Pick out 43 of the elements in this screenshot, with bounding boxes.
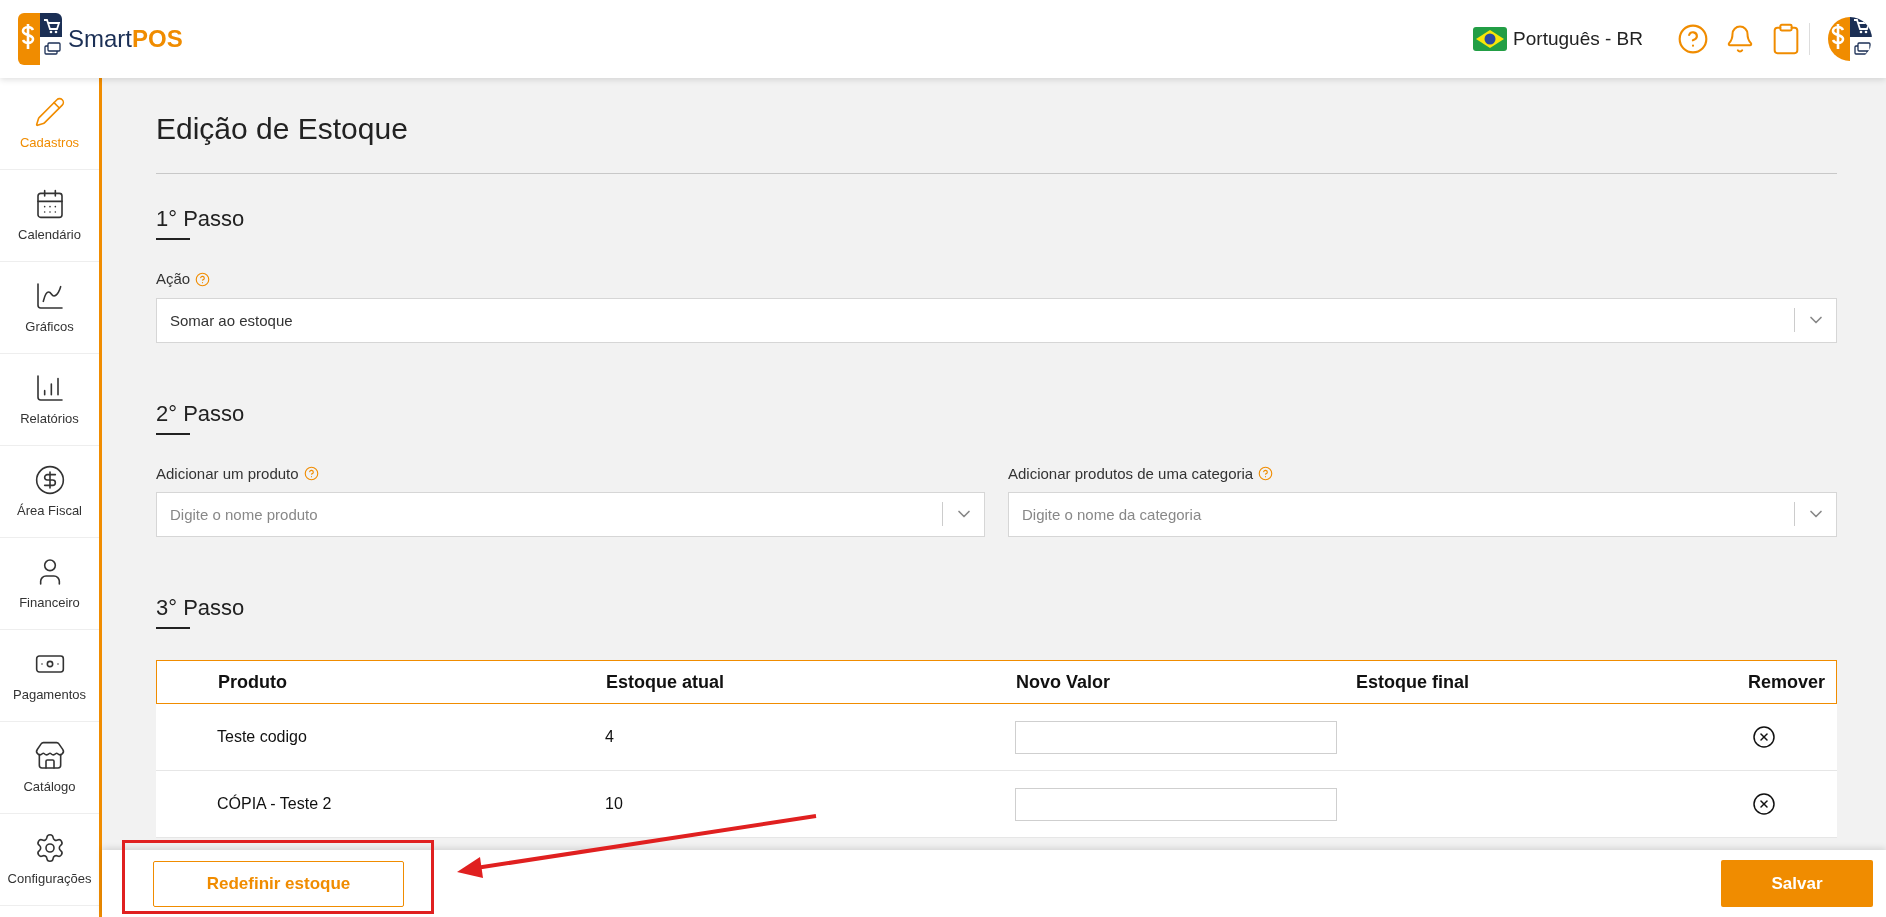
sidebar-item[interactable]: Área Fiscal	[0, 446, 99, 538]
new-value-input[interactable]	[1015, 787, 1337, 821]
select-field[interactable]: Digite o nome produto	[156, 492, 985, 537]
field-label: Ação	[156, 269, 191, 289]
sidebar-item[interactable]: Configurações	[0, 814, 99, 906]
field-label: Adicionar um produto	[156, 463, 299, 484]
sidebar-item[interactable]: Gráficos	[0, 262, 99, 354]
store-icon	[33, 740, 66, 772]
logo-text: SmartPOS	[68, 24, 183, 54]
column-header: Estoque atual	[606, 670, 726, 694]
brazil-flag-icon	[1473, 27, 1508, 51]
step-title: 3° Passo	[156, 595, 246, 621]
pencil-icon	[33, 96, 66, 128]
column-header: Produto	[218, 670, 288, 694]
field-label: Adicionar produtos de uma categoria	[1008, 463, 1254, 484]
step-title: 2° Passo	[156, 400, 246, 427]
language-selector[interactable]: Português - BR	[1513, 24, 1643, 54]
help-icon[interactable]	[1677, 23, 1709, 55]
sidebar-item[interactable]: Calendário	[0, 170, 99, 262]
page-title: Edição de Estoque	[156, 111, 409, 147]
new-value-input[interactable]	[1015, 720, 1337, 754]
sidebar-item[interactable]: Pagamentos	[0, 630, 99, 722]
dollar-icon	[33, 464, 66, 496]
product-name: CÓPIA - Teste 2	[217, 793, 333, 814]
product-name: Teste codigo	[217, 727, 308, 747]
sidebar-item[interactable]: Relatórios	[0, 354, 99, 446]
current-stock: 4	[605, 727, 615, 747]
current-stock: 10	[605, 794, 624, 814]
help-icon[interactable]	[195, 271, 211, 287]
bell-icon[interactable]	[1725, 24, 1755, 54]
column-header: Estoque final	[1356, 670, 1470, 694]
help-icon[interactable]	[1258, 466, 1274, 482]
remove-icon[interactable]	[1752, 792, 1776, 816]
remove-icon[interactable]	[1752, 725, 1776, 749]
step-title: 1° Passo	[156, 206, 246, 232]
select-field[interactable]: Somar ao estoque	[156, 297, 1837, 343]
column-header: Novo Valor	[1016, 670, 1112, 694]
help-icon[interactable]	[303, 466, 319, 482]
logo-icon	[18, 13, 62, 65]
select-field[interactable]: Digite o nome da categoria	[1008, 492, 1837, 537]
column-header: Remover	[1748, 670, 1827, 694]
sidebar-item[interactable]: Financeiro	[0, 538, 99, 630]
sidebar-item[interactable]: Catálogo	[0, 722, 99, 814]
